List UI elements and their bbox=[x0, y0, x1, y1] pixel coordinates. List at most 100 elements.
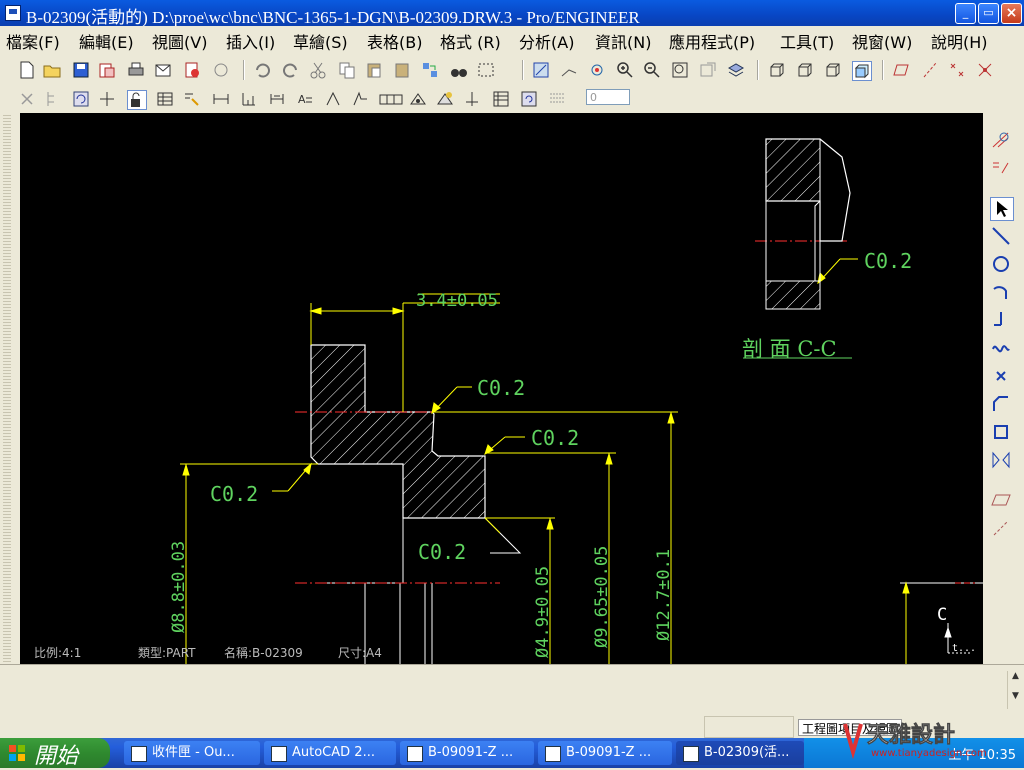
symbol-icon[interactable] bbox=[436, 90, 454, 108]
chamfer-label[interactable]: C0.2 bbox=[210, 482, 258, 506]
find-binoculars-icon[interactable] bbox=[450, 61, 468, 79]
cut-letter-c[interactable]: C bbox=[937, 605, 947, 625]
menu-window[interactable]: 視窗(W) bbox=[852, 29, 912, 53]
chamfer-label[interactable]: C0.2 bbox=[864, 249, 912, 273]
diameter-9-65-text[interactable]: Ø9.65±0.05 bbox=[592, 546, 612, 648]
datum-point-icon[interactable] bbox=[948, 61, 966, 79]
chamfer-label[interactable]: C0.2 bbox=[418, 540, 466, 564]
select-arrow-icon[interactable] bbox=[990, 197, 1014, 221]
task-autocad[interactable]: AutoCAD 2... bbox=[264, 741, 396, 765]
datum-plane-icon[interactable] bbox=[892, 61, 910, 79]
dim-width-text[interactable]: 3.4±0.05 bbox=[416, 291, 498, 311]
construction-line-icon[interactable] bbox=[990, 517, 1012, 539]
dimension-icon[interactable] bbox=[212, 90, 230, 108]
save-copy-icon[interactable] bbox=[98, 61, 116, 79]
menu-format[interactable]: 格式 (R) bbox=[440, 29, 501, 53]
close-button[interactable]: × bbox=[1001, 3, 1022, 24]
zoom-out-icon[interactable] bbox=[643, 61, 661, 79]
zoom-value-field[interactable]: 0 bbox=[586, 89, 630, 105]
table-icon[interactable] bbox=[156, 90, 174, 108]
table-refresh-icon[interactable] bbox=[520, 90, 538, 108]
delete-icon[interactable] bbox=[18, 90, 36, 108]
menu-tools[interactable]: 工具(T) bbox=[780, 29, 834, 53]
paste-icon[interactable] bbox=[365, 61, 383, 79]
diameter-8-8-text[interactable]: Ø8.8±0.03 bbox=[169, 541, 189, 633]
hatch-plane-icon[interactable] bbox=[990, 489, 1012, 511]
menu-file[interactable]: 檔案(F) bbox=[6, 29, 60, 53]
lock-view-icon[interactable] bbox=[127, 90, 147, 110]
no-hidden-icon[interactable] bbox=[824, 61, 842, 79]
mail-icon[interactable] bbox=[154, 61, 172, 79]
datum-target-icon[interactable] bbox=[409, 90, 427, 108]
ref-dim-icon[interactable] bbox=[268, 90, 286, 108]
layers-icon[interactable] bbox=[727, 61, 745, 79]
mirror-tool-icon[interactable] bbox=[990, 449, 1012, 471]
datum-axis-icon[interactable] bbox=[921, 61, 939, 79]
start-button[interactable]: 開始 bbox=[0, 738, 110, 769]
regenerate-icon[interactable] bbox=[421, 61, 439, 79]
print-icon[interactable] bbox=[127, 61, 145, 79]
circle-tool-icon[interactable] bbox=[990, 253, 1012, 275]
axis-line-icon[interactable] bbox=[463, 90, 481, 108]
note-icon[interactable]: A bbox=[296, 90, 314, 108]
chamfer-tool-icon[interactable] bbox=[990, 393, 1012, 415]
sketcher-prefs-icon[interactable] bbox=[990, 157, 1012, 179]
drawing-canvas[interactable]: 3.4±0.05 C0.2 C0.2 C0.2 C0.2 C0.2 剖 面 C-… bbox=[20, 113, 983, 664]
undo-icon[interactable] bbox=[253, 61, 271, 79]
format-table-icon[interactable] bbox=[548, 90, 566, 108]
menu-edit[interactable]: 編輯(E) bbox=[79, 29, 134, 53]
zoom-in-icon[interactable] bbox=[616, 61, 634, 79]
save-icon[interactable] bbox=[72, 61, 90, 79]
wireframe-icon[interactable] bbox=[768, 61, 786, 79]
move-view-icon[interactable] bbox=[98, 90, 116, 108]
menu-table[interactable]: 表格(B) bbox=[367, 29, 422, 53]
draft-grid-icon[interactable] bbox=[990, 129, 1012, 151]
balloon-icon[interactable] bbox=[324, 90, 342, 108]
menu-help[interactable]: 說明(H) bbox=[931, 29, 988, 53]
menu-view[interactable]: 視圖(V) bbox=[152, 29, 207, 53]
navigator-collapse-strip[interactable] bbox=[0, 113, 20, 664]
hidden-line-icon[interactable] bbox=[796, 61, 814, 79]
point-tool-icon[interactable] bbox=[990, 365, 1012, 387]
erase-icon[interactable] bbox=[212, 61, 230, 79]
redo-icon[interactable] bbox=[282, 61, 300, 79]
task-proe-b02309[interactable]: B-02309(活... bbox=[676, 741, 804, 765]
diameter-4-9-text[interactable]: Ø4.9±0.05 bbox=[533, 566, 553, 658]
task-outlook-inbox[interactable]: 收件匣 - Ou... bbox=[124, 741, 260, 765]
show-annotations-icon[interactable] bbox=[183, 90, 201, 108]
refit-icon[interactable] bbox=[671, 61, 689, 79]
section-cc-label[interactable]: 剖 面 C-C bbox=[742, 337, 837, 361]
menu-applications[interactable]: 應用程式(P) bbox=[669, 29, 755, 53]
open-folder-icon[interactable] bbox=[43, 61, 61, 79]
chamfer-label[interactable]: C0.2 bbox=[531, 426, 579, 450]
coordinate-system-icon[interactable] bbox=[976, 61, 994, 79]
message-scrollbar[interactable]: ▲ ▼ bbox=[1007, 671, 1023, 709]
new-file-icon[interactable] bbox=[18, 61, 36, 79]
document-export-icon[interactable] bbox=[183, 61, 201, 79]
table-insert-icon[interactable] bbox=[492, 90, 510, 108]
menu-info[interactable]: 資訊(N) bbox=[595, 29, 651, 53]
menu-analysis[interactable]: 分析(A) bbox=[519, 29, 574, 53]
paste-special-icon[interactable] bbox=[393, 61, 411, 79]
surface-finish-icon[interactable] bbox=[351, 90, 369, 108]
spin-center-icon[interactable] bbox=[588, 61, 606, 79]
redraw-icon[interactable] bbox=[72, 90, 90, 108]
chamfer-label[interactable]: C0.2 bbox=[477, 376, 525, 400]
shading-icon[interactable] bbox=[852, 61, 872, 81]
maximize-button[interactable]: ▭ bbox=[978, 3, 999, 24]
saved-views-icon[interactable] bbox=[699, 61, 717, 79]
menu-insert[interactable]: 插入(I) bbox=[226, 29, 275, 53]
spline-tool-icon[interactable] bbox=[990, 337, 1012, 359]
app-icon[interactable] bbox=[5, 5, 21, 21]
menu-sketch[interactable]: 草繪(S) bbox=[293, 29, 348, 53]
task-proe-b09091-a[interactable]: B-09091-Z ... bbox=[400, 741, 534, 765]
minimize-button[interactable]: _ bbox=[955, 3, 976, 24]
diameter-12-7-text[interactable]: Ø12.7±0.1 bbox=[654, 549, 674, 641]
geometric-tolerance-icon[interactable] bbox=[379, 90, 403, 108]
ordinate-dim-icon[interactable] bbox=[240, 90, 258, 108]
orient-icon[interactable] bbox=[560, 61, 578, 79]
line-tool-icon[interactable] bbox=[990, 225, 1012, 247]
rectangle-tool-icon[interactable] bbox=[990, 421, 1012, 443]
fillet-tool-icon[interactable] bbox=[990, 309, 1012, 331]
task-proe-b09091-b[interactable]: B-09091-Z ... bbox=[538, 741, 672, 765]
